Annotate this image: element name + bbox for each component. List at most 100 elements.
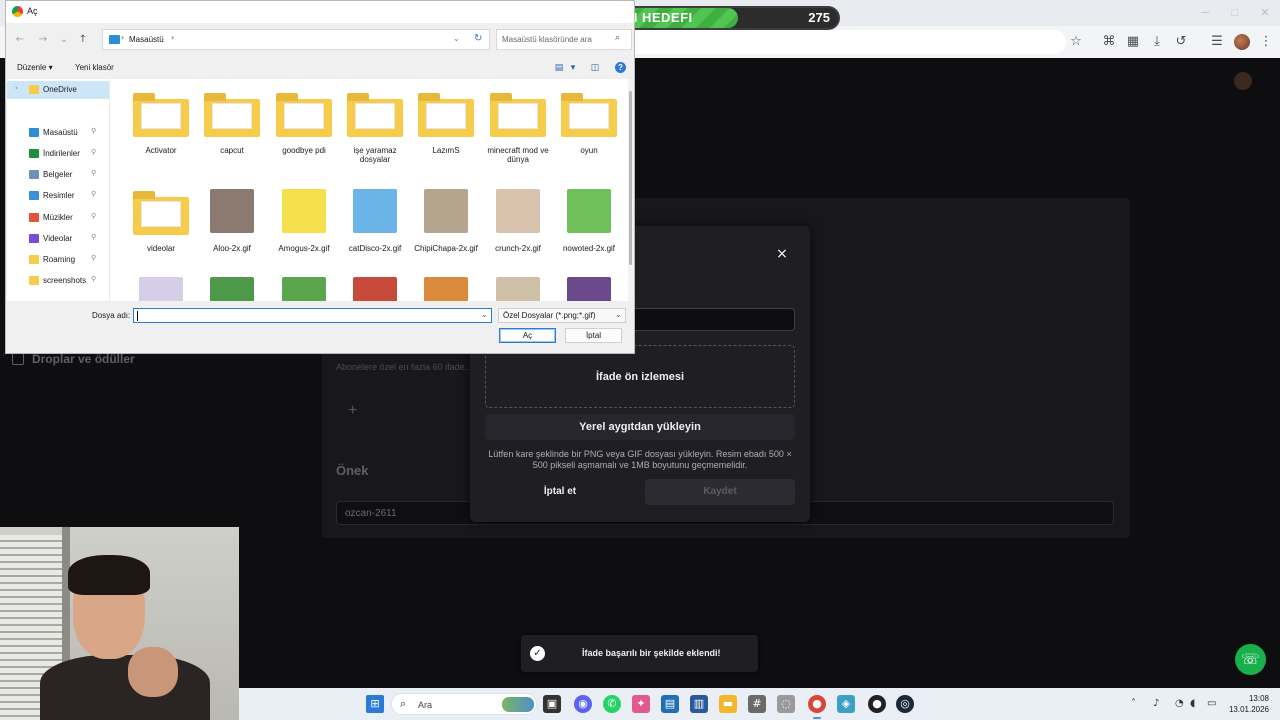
calculator-icon[interactable]: # [748, 695, 766, 713]
nav-item[interactable]: Belgeler ⚲ [7, 166, 109, 184]
translate-icon[interactable]: ⌘ [1099, 32, 1119, 52]
profile-avatar[interactable] [1234, 34, 1250, 50]
whatsapp-icon[interactable]: ✆ [603, 695, 621, 713]
expand-arrow-icon[interactable]: › [15, 84, 18, 92]
image-file-item[interactable]: nowoted-2x.gif [554, 189, 624, 253]
steam-icon[interactable]: ◎ [896, 695, 914, 713]
folder-item[interactable]: minecraft mod ve dünya [483, 91, 553, 164]
organize-button[interactable]: Düzenle ▾ [17, 63, 53, 72]
extensions-icon[interactable]: ▦ [1123, 32, 1143, 52]
sidebar-item-drops[interactable]: Droplar ve ödüller [12, 352, 135, 366]
bookmark-star-icon[interactable]: ☆ [1066, 32, 1086, 52]
nav-item[interactable]: screenshots ⚲ [7, 272, 109, 290]
chevron-down-icon[interactable]: ⌄ [615, 310, 622, 319]
close-icon[interactable]: × [774, 246, 790, 262]
upload-local-button[interactable]: Yerel aygıtdan yükleyin [485, 414, 795, 440]
history-icon[interactable]: ↺ [1171, 32, 1191, 52]
filename-input[interactable]: ⌄ [133, 308, 492, 323]
copilot-icon[interactable]: ✦ [632, 695, 650, 713]
image-file-item[interactable]: crunch-2x.gif [483, 189, 553, 253]
folder-item[interactable]: Activator [126, 91, 196, 155]
nav-item[interactable]: İndirilenler ⚲ [7, 145, 109, 163]
emote-name-input[interactable] [634, 308, 795, 331]
nav-item[interactable]: Videolar ⚲ [7, 230, 109, 248]
dialog-search-input[interactable]: Masaüstü klasöründe ara ⌕ [496, 29, 632, 50]
image-file-item[interactable] [197, 277, 267, 301]
maximize-icon[interactable]: □ [1228, 6, 1242, 20]
view-options-icon[interactable]: ▤ [554, 63, 564, 73]
image-file-item[interactable]: Aloo-2x.gif [197, 189, 267, 253]
image-file-item[interactable] [340, 277, 410, 301]
image-file-item[interactable] [483, 277, 553, 301]
folder-item[interactable]: işe yaramaz dosyalar [340, 91, 410, 164]
menu-kebab-icon[interactable]: ⋮ [1256, 32, 1276, 52]
open-button[interactable]: Aç [499, 328, 556, 343]
dialog-cancel-button[interactable]: İptal [565, 328, 622, 343]
forward-arrow-icon[interactable]: → [37, 34, 49, 46]
support-chat-icon[interactable]: ☏ [1235, 644, 1266, 675]
image-file-item[interactable] [411, 277, 481, 301]
store-icon[interactable]: ▤ [661, 695, 679, 713]
system-clock[interactable]: 13:08 13.01.2026 [1225, 693, 1269, 715]
filetype-select[interactable]: Özel Dosyalar (*.png;*.gif) ⌄ [498, 308, 626, 323]
taskbar-search[interactable]: ⌕ Ara [391, 693, 537, 715]
preview-pane-icon[interactable]: ◫ [590, 63, 600, 73]
network-app-icon[interactable]: ◈ [837, 695, 855, 713]
battery-icon[interactable]: ▭ [1207, 698, 1216, 709]
help-icon[interactable]: ? [615, 62, 626, 73]
nav-item[interactable]: Masaüstü ⚲ [7, 124, 109, 142]
modal-save-button[interactable]: Kaydet [645, 479, 795, 505]
file-list-scrollbar[interactable] [628, 79, 634, 301]
chrome-taskbar-icon[interactable]: ● [808, 695, 826, 713]
nav-item[interactable]: › OneDrive [7, 81, 109, 99]
new-folder-button[interactable]: Yeni klasör [75, 63, 114, 72]
folder-item[interactable]: oyun [554, 91, 624, 155]
chevron-down-icon[interactable]: ⌄ [481, 310, 488, 319]
modal-cancel-button[interactable]: İptal et [520, 483, 600, 501]
up-arrow-icon[interactable]: ↑ [77, 34, 89, 46]
chevron-right-icon[interactable]: › [171, 33, 174, 42]
chevron-down-icon[interactable]: ⌄ [453, 34, 460, 43]
mouse-app-icon[interactable]: ◌ [777, 695, 795, 713]
discord-icon[interactable]: ◉ [574, 695, 592, 713]
pin-icon: ⚲ [91, 212, 97, 220]
task-view-icon[interactable]: ▣ [543, 695, 561, 713]
image-file-item[interactable] [269, 277, 339, 301]
recording-app-icon[interactable]: ● [868, 695, 886, 713]
start-icon[interactable]: ⊞ [366, 695, 384, 713]
reading-list-icon[interactable]: ☰ [1207, 32, 1227, 52]
file-explorer-icon[interactable]: ▬ [719, 695, 737, 713]
folder-icon [490, 91, 546, 137]
nav-item[interactable]: Resimler ⚲ [7, 187, 109, 205]
add-emote-tile[interactable]: + [336, 392, 476, 436]
folder-item[interactable]: goodbye pdi [269, 91, 339, 155]
close-window-icon[interactable]: ✕ [1258, 6, 1272, 20]
nav-item[interactable]: Müzikler ⚲ [7, 209, 109, 227]
minimize-icon[interactable]: ─ [1198, 6, 1212, 20]
download-icon[interactable]: ⤓ [1147, 32, 1167, 52]
chevron-right-icon[interactable]: › [121, 33, 124, 42]
chevron-down-icon[interactable]: ▾ [568, 63, 578, 73]
volume-icon[interactable]: ◖ [1190, 698, 1195, 709]
folder-item[interactable]: LazımS [411, 91, 481, 155]
microphone-icon[interactable]: ♪ [1153, 698, 1159, 709]
folder-item[interactable]: videolar [126, 189, 196, 253]
wifi-icon[interactable]: ◔ [1175, 698, 1184, 709]
image-file-item[interactable] [126, 277, 196, 301]
address-path[interactable]: Masaüstü [129, 35, 164, 44]
folder-item[interactable]: capcut [197, 91, 267, 155]
app-icon[interactable]: ▥ [690, 695, 708, 713]
image-file-item[interactable]: ChipiChapa-2x.gif [411, 189, 481, 253]
dialog-address-bar[interactable]: › Masaüstü › ⌄ ↻ [102, 29, 490, 50]
back-arrow-icon[interactable]: ← [14, 34, 26, 46]
scroll-thumb[interactable] [629, 91, 632, 265]
refresh-icon[interactable]: ↻ [474, 33, 482, 44]
recent-dropdown-icon[interactable]: ⌄ [58, 34, 70, 46]
image-file-item[interactable]: catDisco-2x.gif [340, 189, 410, 253]
address-bar[interactable] [630, 30, 1066, 54]
image-file-item[interactable] [554, 277, 624, 301]
nav-item[interactable]: Roaming ⚲ [7, 251, 109, 269]
tray-chevron-icon[interactable]: ˄ [1131, 698, 1136, 709]
user-avatar[interactable] [1234, 72, 1252, 90]
image-file-item[interactable]: Amogus-2x.gif [269, 189, 339, 253]
